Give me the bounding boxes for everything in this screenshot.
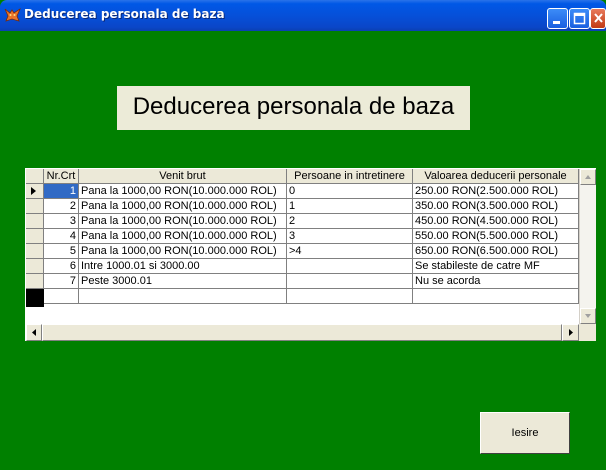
- arrow-up-icon: [585, 175, 591, 179]
- vertical-scrollbar[interactable]: [579, 169, 596, 324]
- cell-valoare[interactable]: 250.00 RON(2.500.000 ROL): [413, 184, 579, 199]
- cell-nr[interactable]: 6: [44, 259, 79, 274]
- cell-venit[interactable]: Pana la 1000,00 RON(10.000.000 ROL): [79, 184, 287, 199]
- scroll-left-button[interactable]: [26, 324, 42, 341]
- cell-nr[interactable]: 5: [44, 244, 79, 259]
- cell-persoane[interactable]: >4: [287, 244, 413, 259]
- row-indicator[interactable]: [26, 229, 44, 244]
- cell-nr[interactable]: 7: [44, 274, 79, 289]
- column-header-persoane[interactable]: Persoane in intretinere: [287, 169, 413, 184]
- cell-persoane[interactable]: [287, 274, 413, 289]
- row-pointer-icon: [31, 187, 36, 195]
- cell-valoare[interactable]: 350.00 RON(3.500.000 ROL): [413, 199, 579, 214]
- row-indicator[interactable]: [26, 184, 44, 199]
- cell-valoare[interactable]: Se stabileste de catre MF: [413, 259, 579, 274]
- data-grid[interactable]: Nr.Crt Venit brut Persoane in intretiner…: [25, 168, 596, 341]
- cell-venit[interactable]: Pana la 1000,00 RON(10.000.000 ROL): [79, 244, 287, 259]
- cell-persoane[interactable]: 3: [287, 229, 413, 244]
- minimize-button[interactable]: [547, 8, 568, 29]
- minimize-icon: [553, 21, 560, 24]
- cell-venit[interactable]: Intre 1000.01 si 3000.00: [79, 259, 287, 274]
- cell-valoare[interactable]: Nu se acorda: [413, 274, 579, 289]
- cell-new[interactable]: [287, 289, 413, 304]
- column-header-valoarea[interactable]: Valoarea deducerii personale: [413, 169, 579, 184]
- app-icon: [4, 8, 21, 22]
- scrollbar-corner: [579, 324, 596, 341]
- column-header-venit-brut[interactable]: Venit brut: [79, 169, 287, 184]
- horizontal-scrollbar[interactable]: [26, 324, 579, 341]
- cell-persoane[interactable]: 1: [287, 199, 413, 214]
- cell-nr[interactable]: 1: [44, 184, 79, 199]
- heading-panel: Deducerea personala de baza: [117, 86, 470, 130]
- cell-persoane[interactable]: 0: [287, 184, 413, 199]
- cell-nr[interactable]: 4: [44, 229, 79, 244]
- cell-valoare[interactable]: 550.00 RON(5.500.000 ROL): [413, 229, 579, 244]
- scroll-down-button[interactable]: [580, 308, 596, 324]
- maximize-icon: [573, 12, 586, 25]
- exit-button[interactable]: Iesire: [480, 412, 570, 454]
- cell-persoane[interactable]: [287, 259, 413, 274]
- close-button[interactable]: [590, 8, 606, 29]
- maximize-button[interactable]: [569, 8, 590, 29]
- cell-new[interactable]: [44, 289, 79, 304]
- row-indicator[interactable]: [26, 259, 44, 274]
- row-indicator[interactable]: [26, 214, 44, 229]
- cell-venit[interactable]: Peste 3000.01: [79, 274, 287, 289]
- page-title: Deducerea personala de baza: [132, 93, 455, 120]
- cell-venit[interactable]: Pana la 1000,00 RON(10.000.000 ROL): [79, 214, 287, 229]
- cell-valoare[interactable]: 650.00 RON(6.500.000 ROL): [413, 244, 579, 259]
- cell-new[interactable]: [413, 289, 579, 304]
- scroll-right-button[interactable]: [562, 324, 579, 341]
- arrow-down-icon: [585, 314, 591, 318]
- arrow-right-icon: [569, 329, 573, 336]
- grid-corner-header: [26, 169, 44, 184]
- cell-nr[interactable]: 3: [44, 214, 79, 229]
- new-row-indicator[interactable]: [26, 289, 44, 307]
- cell-venit[interactable]: Pana la 1000,00 RON(10.000.000 ROL): [79, 199, 287, 214]
- close-icon: [594, 13, 603, 23]
- cell-nr[interactable]: 2: [44, 199, 79, 214]
- horizontal-scroll-thumb[interactable]: [42, 324, 562, 341]
- arrow-left-icon: [32, 329, 36, 336]
- column-header-nr-crt[interactable]: Nr.Crt: [44, 169, 79, 184]
- cell-venit[interactable]: Pana la 1000,00 RON(10.000.000 ROL): [79, 229, 287, 244]
- cell-persoane[interactable]: 2: [287, 214, 413, 229]
- cell-valoare[interactable]: 450.00 RON(4.500.000 ROL): [413, 214, 579, 229]
- title-bar[interactable]: Deducerea personala de baza: [0, 0, 606, 31]
- row-indicator[interactable]: [26, 199, 44, 214]
- scroll-up-button[interactable]: [580, 169, 596, 185]
- row-indicator[interactable]: [26, 274, 44, 289]
- row-indicator[interactable]: [26, 244, 44, 259]
- window-title: Deducerea personala de baza: [24, 7, 225, 21]
- cell-new[interactable]: [79, 289, 287, 304]
